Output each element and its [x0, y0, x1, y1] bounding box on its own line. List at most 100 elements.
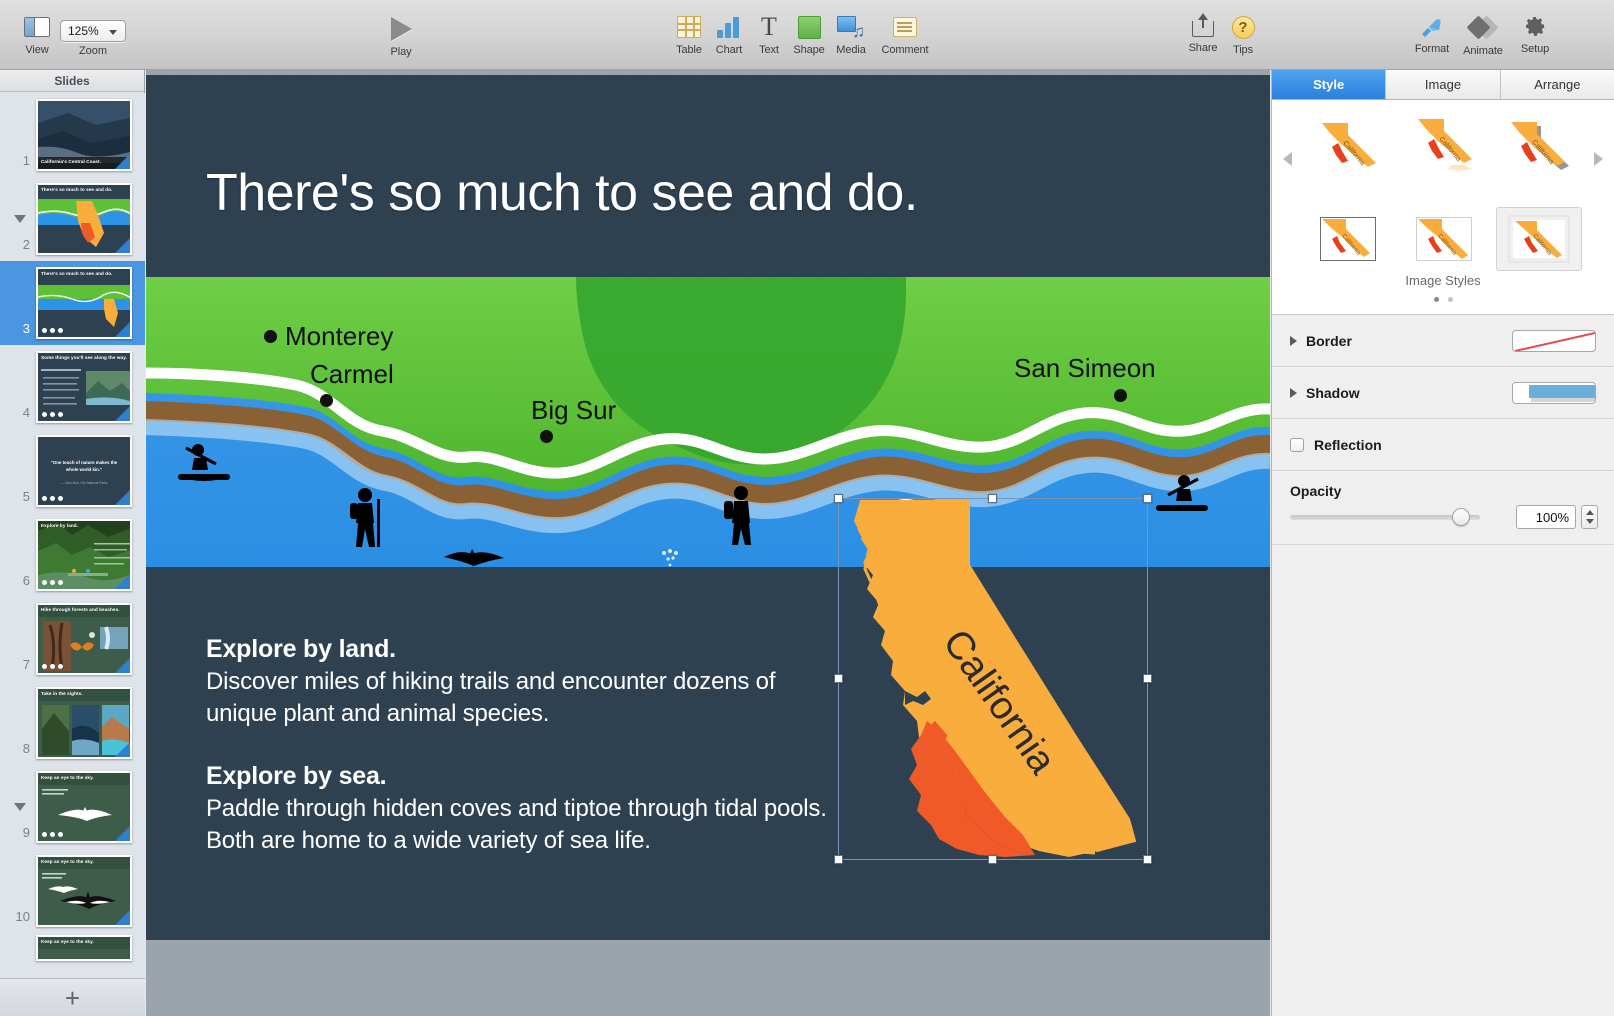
tab-image[interactable]: Image	[1386, 70, 1501, 99]
stepper-down-icon[interactable]	[1585, 519, 1594, 524]
slide-thumbnail[interactable]: There's so much to see and do.	[36, 267, 132, 339]
body-heading-1: Explore by land.	[206, 635, 396, 663]
slide-thumbnail[interactable]: Take in the sights.	[36, 687, 132, 759]
slide-thumbnail[interactable]: Keep an eye to the sky.	[36, 771, 132, 843]
current-slide[interactable]: There's so much to see and do. Monterey …	[146, 75, 1270, 940]
resize-handle-bottom-left[interactable]	[834, 855, 843, 864]
resize-handle-bottom-center[interactable]	[988, 855, 997, 864]
zoom-value: 125%	[68, 24, 99, 38]
image-styles-caption: Image Styles	[1405, 273, 1481, 288]
tab-arrange[interactable]: Arrange	[1500, 70, 1614, 99]
slide-list-item-10[interactable]: 10 Keep an eye to the sky.	[0, 849, 145, 933]
slide-list-item-7[interactable]: 7 Hike through forests and beaches.	[0, 597, 145, 681]
disclosure-triangle-icon[interactable]	[1290, 335, 1297, 346]
resize-handle-middle-right[interactable]	[1143, 674, 1152, 683]
view-button[interactable]: View	[6, 12, 68, 56]
build-dots	[42, 580, 63, 585]
resize-handle-top-left[interactable]	[834, 494, 843, 503]
paintbrush-icon	[1419, 11, 1445, 41]
image-style-option-2[interactable]: California	[1402, 114, 1486, 176]
resize-handle-middle-left[interactable]	[834, 674, 843, 683]
image-style-option-1[interactable]: California	[1306, 114, 1390, 176]
tab-style[interactable]: Style	[1272, 70, 1387, 99]
slide-list[interactable]: 1 California's Central Coast. 2 There's …	[0, 93, 145, 978]
slide-thumbnail[interactable]: California's Central Coast.	[36, 99, 132, 171]
caret-left-icon[interactable]	[1283, 152, 1292, 166]
build-dots	[42, 832, 63, 837]
slide-number: 7	[22, 657, 30, 672]
stepper-up-icon[interactable]	[1585, 510, 1594, 515]
resize-handle-bottom-right[interactable]	[1143, 855, 1152, 864]
image-styles-row-2: California California California	[1306, 208, 1582, 270]
border-swatch[interactable]	[1512, 329, 1596, 352]
setup-button[interactable]: Setup	[1504, 11, 1566, 55]
gear-icon	[1523, 11, 1547, 41]
border-section[interactable]: Border	[1272, 315, 1614, 367]
shadow-section[interactable]: Shadow	[1272, 367, 1614, 419]
body-heading-2: Explore by sea.	[206, 762, 387, 790]
slide-thumb-title: There's so much to see and do.	[41, 271, 113, 276]
slide-list-item-1[interactable]: 1 California's Central Coast.	[0, 93, 145, 177]
navigator-title: Slides	[54, 73, 90, 88]
slide-list-item-9[interactable]: 9 Keep an eye to the sky.	[0, 765, 145, 849]
slide-body-text[interactable]: Explore by land. Discover miles of hikin…	[206, 635, 836, 857]
opacity-stepper[interactable]	[1581, 505, 1598, 529]
map-city-monterey: Monterey	[264, 321, 393, 352]
image-style-option-5[interactable]: California	[1402, 208, 1486, 270]
image-selection-frame[interactable]	[834, 494, 1152, 864]
navigator-footer: +	[0, 978, 145, 1016]
opacity-value-field[interactable]: 100%	[1516, 505, 1576, 529]
reflection-section[interactable]: Reflection	[1272, 419, 1614, 471]
insert-media-label: Media	[836, 44, 866, 56]
opacity-slider-knob[interactable]	[1452, 508, 1470, 526]
disclosure-triangle-icon[interactable]	[1290, 387, 1297, 398]
slide-thumbnail[interactable]: Some things you'll see along the way.	[36, 351, 132, 423]
insert-comment-button[interactable]: Comment	[872, 12, 938, 56]
image-style-option-6[interactable]: California	[1497, 208, 1582, 270]
slide-thumbnail[interactable]: Keep an eye to the sky.	[36, 935, 132, 961]
image-styles-pagination[interactable]	[1272, 297, 1614, 302]
slide-number: 9	[22, 825, 30, 840]
disclosure-triangle-icon[interactable]	[14, 215, 26, 223]
add-slide-button[interactable]: +	[65, 985, 80, 1011]
slide-thumb-title: Explore by land.	[41, 523, 79, 528]
slide-list-item-6[interactable]: 6 Explore by land.	[0, 513, 145, 597]
slide-thumbnail[interactable]: "One touch of nature makes the whole wor…	[36, 435, 132, 507]
play-button[interactable]: Play	[370, 14, 432, 58]
tips-button[interactable]: ? Tips	[1212, 12, 1274, 56]
disclosure-triangle-icon[interactable]	[14, 803, 26, 811]
body-paragraph-2: Paddle through hidden coves and tiptoe t…	[206, 795, 827, 854]
kayaker-icon-2	[1156, 475, 1208, 511]
slide-corner-icon	[115, 406, 130, 421]
resize-handle-top-center[interactable]	[988, 494, 997, 503]
slide-list-item-4[interactable]: 4 Some things you'll see along the way.	[0, 345, 145, 429]
caret-right-icon[interactable]	[1594, 152, 1603, 166]
image-style-option-4[interactable]: California	[1306, 208, 1390, 270]
slide-thumbnail[interactable]: There's so much to see and do.	[36, 183, 132, 255]
image-style-option-3[interactable]: California	[1497, 114, 1581, 176]
setup-button-label: Setup	[1520, 43, 1550, 55]
slide-list-item-11[interactable]: Keep an eye to the sky.	[0, 933, 145, 963]
slide-number: 5	[22, 489, 30, 504]
reflection-checkbox[interactable]	[1290, 437, 1304, 452]
question-mark-icon: ?	[1231, 12, 1255, 42]
slide-thumbnail[interactable]: Keep an eye to the sky.	[36, 855, 132, 927]
slide-list-item-3[interactable]: 3 There's so much to see and do.	[0, 261, 145, 345]
slide-thumb-title: Hike through forests and beaches.	[41, 607, 120, 612]
opacity-section: Opacity 100%	[1272, 471, 1614, 545]
slide-corner-icon	[115, 826, 130, 841]
slide-list-item-5[interactable]: 5 "One touch of nature makes the whole w…	[0, 429, 145, 513]
shadow-swatch[interactable]	[1512, 381, 1596, 404]
slide-title-text[interactable]: There's so much to see and do.	[206, 163, 918, 223]
slide-list-item-2[interactable]: 2 There's so much to see and do.	[0, 177, 145, 261]
slide-thumbnail[interactable]: Explore by land.	[36, 519, 132, 591]
resize-handle-top-right[interactable]	[1143, 494, 1152, 503]
border-label: Border	[1306, 332, 1352, 349]
zoom-dropdown[interactable]: 125%	[60, 20, 126, 42]
slide-thumbnail[interactable]: Hike through forests and beaches.	[36, 603, 132, 675]
build-dots	[42, 664, 63, 669]
slide-list-item-8[interactable]: 8 Take in the sights.	[0, 681, 145, 765]
diamonds-icon	[1466, 13, 1499, 43]
zoom-label: Zoom	[78, 45, 108, 57]
